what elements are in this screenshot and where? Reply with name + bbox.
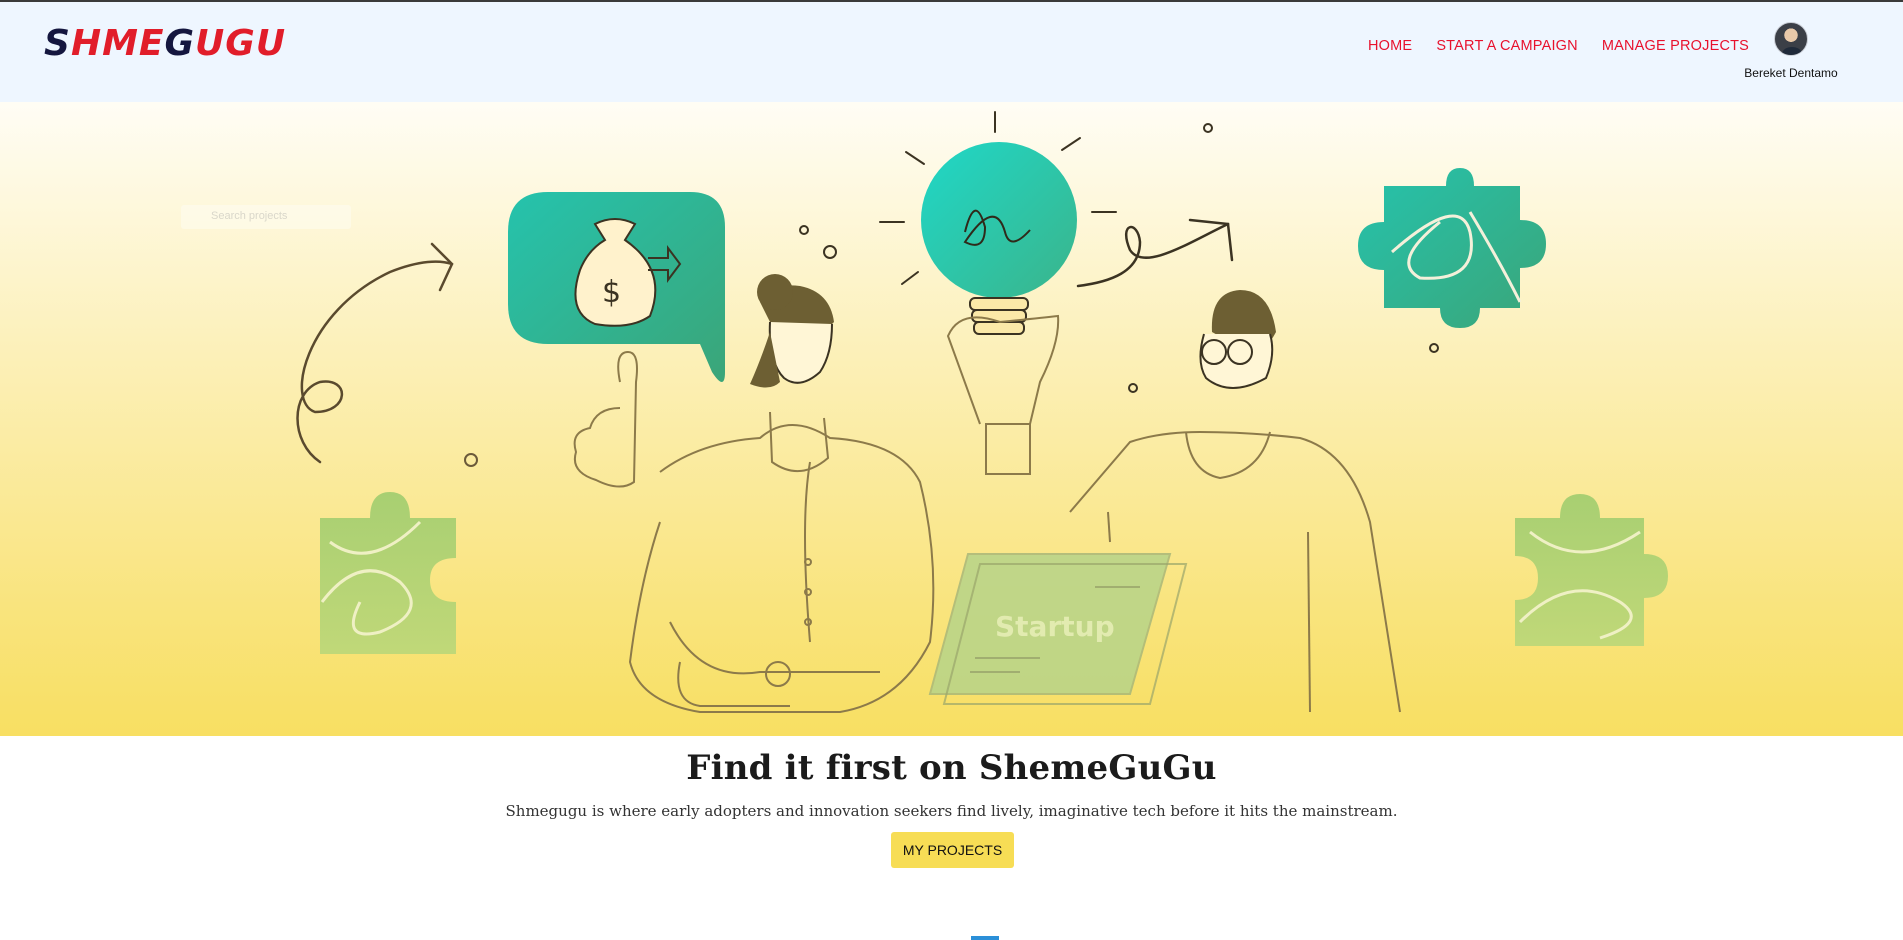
hero-illustration: $ Startup [296, 111, 1668, 713]
tagline: Shmegugu is where early adopters and inn… [505, 802, 1398, 820]
my-projects-button[interactable]: MY PROJECTS [891, 832, 1014, 868]
laptop-label: Startup [995, 610, 1115, 643]
logo-text-ugu: UGU [195, 23, 287, 64]
hero-banner: Search projects $ Startup [0, 102, 1903, 736]
user-profile[interactable]: Bereket Dentamo [1736, 22, 1846, 80]
money-bag-icon: $ [508, 192, 725, 382]
user-name: Bereket Dentamo [1744, 66, 1838, 80]
woman-head [750, 274, 834, 388]
lightbulb-icon [879, 111, 1117, 335]
puzzle-piece-icon [1515, 494, 1668, 646]
left-arrow-icon [296, 242, 454, 464]
woman-figure [573, 350, 935, 713]
logo-text-g: G [164, 23, 196, 64]
logo-text-hme: HME [70, 23, 165, 64]
svg-text:$: $ [602, 275, 621, 310]
small-circle-icon [464, 453, 478, 467]
navbar: SHMEGUGU HOME START A CAMPAIGN MANAGE PR… [0, 2, 1903, 102]
nav-home-link[interactable]: HOME [1368, 38, 1412, 54]
decor-dots [799, 123, 1439, 393]
man-head [1199, 290, 1276, 389]
headline: Find it first on ShemeGuGu [686, 748, 1217, 788]
nav-start-campaign-link[interactable]: START A CAMPAIGN [1436, 38, 1578, 54]
logo-text-s: S [44, 23, 71, 64]
puzzle-piece-icon [320, 492, 456, 654]
laptop-icon: Startup [928, 553, 1188, 705]
avatar[interactable] [1774, 22, 1808, 56]
logo[interactable]: SHMEGUGU [44, 22, 286, 66]
nav-manage-projects-link[interactable]: MANAGE PROJECTS [1602, 38, 1749, 54]
scroll-indicator [971, 936, 999, 940]
main-nav: HOME START A CAMPAIGN MANAGE PROJECTS [1368, 38, 1749, 54]
right-arrow-icon [1076, 218, 1234, 288]
intro-section: Find it first on ShemeGuGu Shmegugu is w… [0, 736, 1903, 940]
puzzle-piece-icon [1358, 168, 1546, 328]
